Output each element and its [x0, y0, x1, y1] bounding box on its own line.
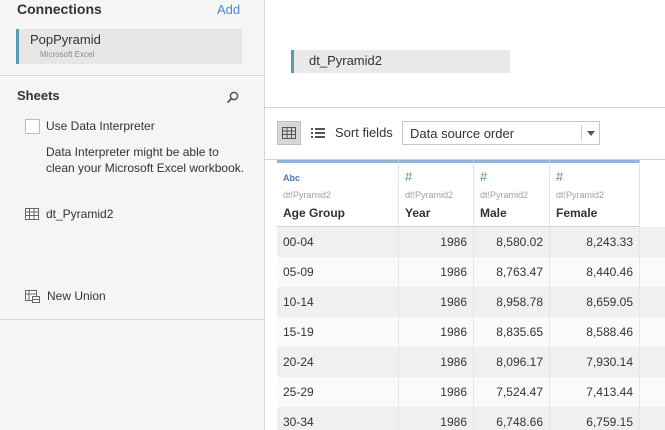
- table-row: 30-34 1986 6,748.66 6,759.15: [277, 407, 665, 430]
- column-name: Female: [556, 206, 598, 220]
- table-row: 15-19 1986 8,835.65 8,588.46: [277, 317, 665, 347]
- data-interpreter-checkbox[interactable]: [25, 119, 40, 134]
- sort-fields-label: Sort fields: [335, 125, 393, 140]
- cell-year: 1986: [399, 317, 474, 347]
- cell-female: 7,930.14: [550, 347, 640, 377]
- cell-male: 8,958.78: [474, 287, 550, 317]
- cell-female: 8,243.33: [550, 227, 640, 257]
- list-view-button[interactable]: [306, 121, 330, 145]
- number-type-icon[interactable]: #: [556, 169, 563, 184]
- grid-view-button[interactable]: [277, 121, 301, 145]
- sheet-item-label: dt_Pyramid2: [46, 207, 114, 221]
- grid-icon: [282, 127, 296, 139]
- cell-year: 1986: [399, 407, 474, 430]
- column-source: dt!Pyramid2: [480, 190, 529, 200]
- cell-age-group: 20-24: [277, 347, 399, 377]
- cell-year: 1986: [399, 227, 474, 257]
- table-row: 10-14 1986 8,958.78 8,659.05: [277, 287, 665, 317]
- column-header-male[interactable]: # dt!Pyramid2 Male: [474, 160, 550, 227]
- canvas-divider: [265, 107, 665, 108]
- divider: [0, 319, 265, 320]
- cell-year: 1986: [399, 257, 474, 287]
- number-type-icon[interactable]: #: [480, 169, 487, 184]
- cell-female: 8,440.46: [550, 257, 640, 287]
- cell-year: 1986: [399, 347, 474, 377]
- sheets-title: Sheets: [17, 88, 60, 103]
- new-union-label: New Union: [47, 289, 106, 303]
- column-source: dt!Pyramid2: [283, 190, 332, 200]
- sheet-item-dt-pyramid2[interactable]: dt_Pyramid2: [25, 205, 113, 223]
- connections-title: Connections: [17, 1, 102, 17]
- table-row: 20-24 1986 8,096.17 7,930.14: [277, 347, 665, 377]
- column-source: dt!Pyramid2: [405, 190, 454, 200]
- divider: [0, 75, 265, 76]
- cell-age-group: 25-29: [277, 377, 399, 407]
- connection-type: Microsoft Excel: [40, 50, 95, 59]
- canvas-table-pill[interactable]: dt_Pyramid2: [291, 50, 510, 73]
- cell-year: 1986: [399, 287, 474, 317]
- list-icon: [311, 128, 325, 138]
- cell-female: 8,659.05: [550, 287, 640, 317]
- search-icon[interactable]: [226, 90, 240, 104]
- table-row: 05-09 1986 8,763.47 8,440.46: [277, 257, 665, 287]
- cell-male: 8,580.02: [474, 227, 550, 257]
- column-source: dt!Pyramid2: [556, 190, 605, 200]
- column-header-year[interactable]: # dt!Pyramid2 Year: [399, 160, 474, 227]
- cell-male: 8,096.17: [474, 347, 550, 377]
- cell-age-group: 10-14: [277, 287, 399, 317]
- connection-item[interactable]: PopPyramid Microsoft Excel: [16, 29, 242, 64]
- union-icon: [25, 289, 40, 303]
- data-grid: Abc dt!Pyramid2 Age Group # dt!Pyramid2 …: [277, 160, 665, 430]
- add-connection-link[interactable]: Add: [217, 2, 240, 17]
- string-type-icon[interactable]: Abc: [283, 173, 300, 183]
- cell-age-group: 15-19: [277, 317, 399, 347]
- table-row: 25-29 1986 7,524.47 7,413.44: [277, 377, 665, 407]
- cell-year: 1986: [399, 377, 474, 407]
- cell-age-group: 05-09: [277, 257, 399, 287]
- column-name: Male: [480, 206, 507, 220]
- cell-female: 7,413.44: [550, 377, 640, 407]
- cell-male: 7,524.47: [474, 377, 550, 407]
- number-type-icon[interactable]: #: [405, 169, 412, 184]
- data-interpreter-label: Use Data Interpreter: [46, 119, 155, 133]
- sort-fields-value: Data source order: [410, 126, 515, 141]
- cell-female: 8,588.46: [550, 317, 640, 347]
- data-interpreter-help: Data Interpreter might be able to clean …: [46, 145, 245, 175]
- column-header-age-group[interactable]: Abc dt!Pyramid2 Age Group: [277, 160, 399, 227]
- column-name: Age Group: [283, 206, 345, 220]
- cell-male: 6,748.66: [474, 407, 550, 430]
- column-header-female[interactable]: # dt!Pyramid2 Female: [550, 160, 640, 227]
- cell-age-group: 30-34: [277, 407, 399, 430]
- cell-female: 6,759.15: [550, 407, 640, 430]
- cell-age-group: 00-04: [277, 227, 399, 257]
- column-name: Year: [405, 206, 431, 220]
- sort-fields-select[interactable]: Data source order: [402, 121, 600, 145]
- cell-male: 8,763.47: [474, 257, 550, 287]
- canvas-table-name: dt_Pyramid2: [309, 53, 382, 68]
- connection-name: PopPyramid: [30, 32, 101, 47]
- cell-male: 8,835.65: [474, 317, 550, 347]
- table-row: 00-04 1986 8,580.02 8,243.33: [277, 227, 665, 257]
- new-union-item[interactable]: New Union: [25, 287, 106, 305]
- select-separator: [581, 125, 582, 141]
- chevron-down-icon: [587, 131, 595, 136]
- left-panel: Connections Add PopPyramid Microsoft Exc…: [0, 0, 265, 430]
- sheet-table-icon: [25, 208, 39, 220]
